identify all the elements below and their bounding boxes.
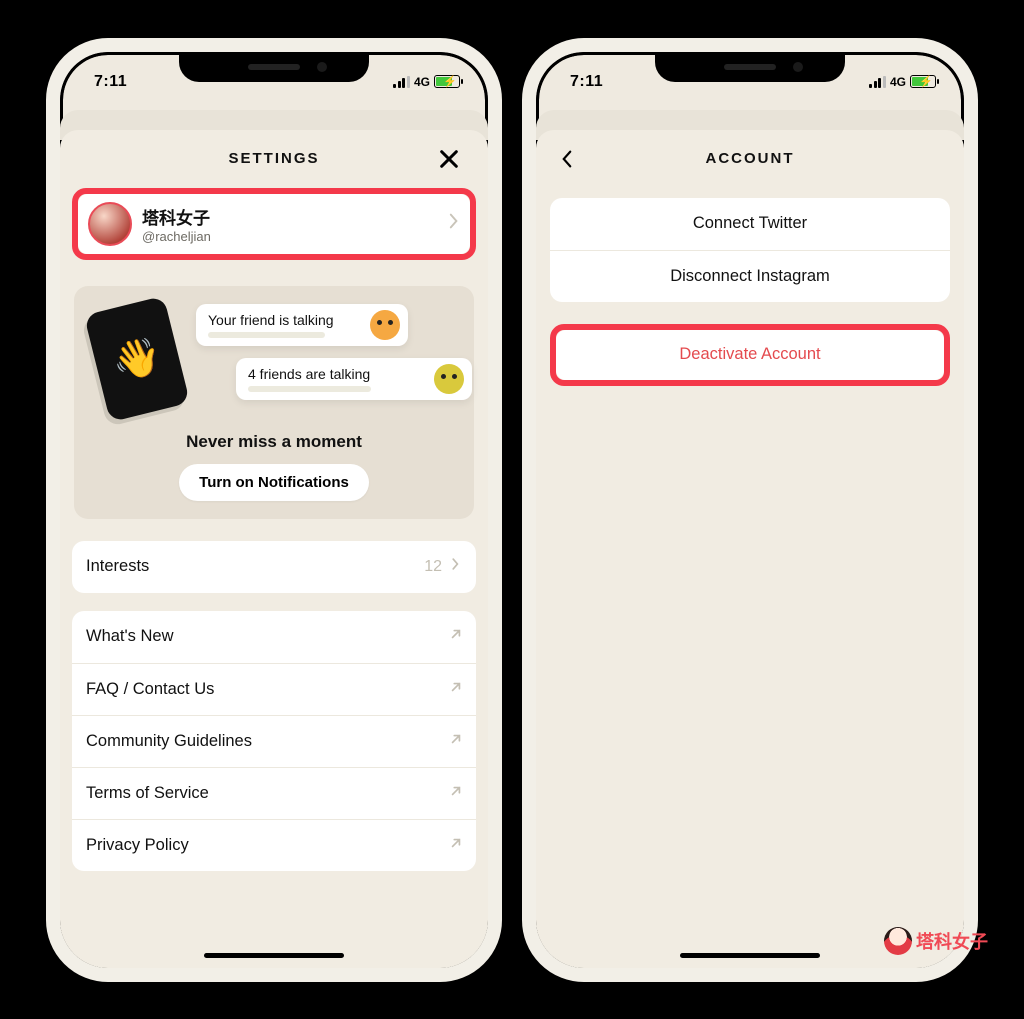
status-time: 7:11 <box>94 73 127 91</box>
social-group: Connect Twitter Disconnect Instagram <box>550 198 950 302</box>
connect-twitter-row[interactable]: Connect Twitter <box>550 198 950 250</box>
faq-row[interactable]: FAQ / Contact Us <box>72 663 476 715</box>
promo-headline: Never miss a moment <box>186 432 362 452</box>
signal-icon <box>869 76 886 88</box>
disconnect-instagram-row[interactable]: Disconnect Instagram <box>550 250 950 302</box>
watermark-text: 塔科女子 <box>916 928 988 954</box>
wave-phone-icon: 👋 <box>84 295 190 422</box>
connect-twitter-label: Connect Twitter <box>693 214 807 233</box>
promo-bubble-2: 4 friends are talking <box>236 358 472 400</box>
external-link-icon <box>450 627 462 646</box>
privacy-label: Privacy Policy <box>86 836 189 855</box>
faq-label: FAQ / Contact Us <box>86 680 214 699</box>
promo-bubble-1: Your friend is talking <box>196 304 408 346</box>
promo-art: 👋 Your friend is talking 4 friends are t… <box>88 302 460 422</box>
watermark-icon <box>884 927 912 955</box>
avatar-orange-icon <box>370 310 400 340</box>
network-label: 4G <box>414 75 430 89</box>
settings-sheet: SETTINGS 塔科女子 @racheljian <box>60 130 488 968</box>
notch <box>655 52 845 82</box>
interests-group: Interests 12 <box>72 541 476 593</box>
links-group: What's New FAQ / Contact Us Community Gu… <box>72 611 476 871</box>
phone-settings: 7:11 4G ⚡ SETTINGS 塔科女子 @racheljian <box>46 38 502 982</box>
watermark: 塔科女子 <box>884 927 988 955</box>
tos-label: Terms of Service <box>86 784 209 803</box>
home-indicator[interactable] <box>204 953 344 958</box>
tos-row[interactable]: Terms of Service <box>72 767 476 819</box>
whats-new-row[interactable]: What's New <box>72 611 476 663</box>
network-label: 4G <box>890 75 906 89</box>
guidelines-label: Community Guidelines <box>86 732 252 751</box>
highlight-profile: 塔科女子 @racheljian <box>72 188 476 260</box>
battery-icon: ⚡ <box>434 75 460 88</box>
battery-icon: ⚡ <box>910 75 936 88</box>
signal-icon <box>393 76 410 88</box>
external-link-icon <box>450 680 462 699</box>
guidelines-row[interactable]: Community Guidelines <box>72 715 476 767</box>
interests-count: 12 <box>424 558 442 576</box>
whats-new-label: What's New <box>86 627 174 646</box>
status-time: 7:11 <box>570 73 603 91</box>
close-button[interactable] <box>432 142 466 176</box>
account-sheet: ACCOUNT Connect Twitter Disconnect Insta… <box>536 130 964 968</box>
home-indicator[interactable] <box>680 953 820 958</box>
chevron-right-icon <box>450 557 462 576</box>
external-link-icon <box>450 784 462 803</box>
interests-row[interactable]: Interests 12 <box>72 541 476 593</box>
chevron-right-icon <box>448 213 460 234</box>
notch <box>179 52 369 82</box>
profile-handle: @racheljian <box>142 229 211 244</box>
promo-bubble-2-text: 4 friends are talking <box>248 366 424 382</box>
highlight-deactivate: Deactivate Account <box>550 324 950 386</box>
phone-account: 7:11 4G ⚡ ACCOUNT Connect Twitter Discon… <box>522 38 978 982</box>
notifications-promo: 👋 Your friend is talking 4 friends are t… <box>74 286 474 519</box>
promo-bubble-1-text: Your friend is talking <box>208 312 364 328</box>
profile-row[interactable]: 塔科女子 @racheljian <box>78 194 470 254</box>
avatar <box>88 202 132 246</box>
profile-name: 塔科女子 <box>142 204 211 229</box>
external-link-icon <box>450 836 462 855</box>
deactivate-account-label: Deactivate Account <box>679 345 820 364</box>
deactivate-account-row[interactable]: Deactivate Account <box>556 330 944 380</box>
back-button[interactable] <box>550 142 584 176</box>
close-icon <box>438 148 460 170</box>
turn-on-notifications-button[interactable]: Turn on Notifications <box>179 464 369 501</box>
page-title: ACCOUNT <box>706 150 795 167</box>
disconnect-instagram-label: Disconnect Instagram <box>670 267 830 286</box>
external-link-icon <box>450 732 462 751</box>
interests-label: Interests <box>86 557 149 576</box>
privacy-row[interactable]: Privacy Policy <box>72 819 476 871</box>
page-title: SETTINGS <box>228 150 319 167</box>
avatar-yellow-icon <box>434 364 464 394</box>
